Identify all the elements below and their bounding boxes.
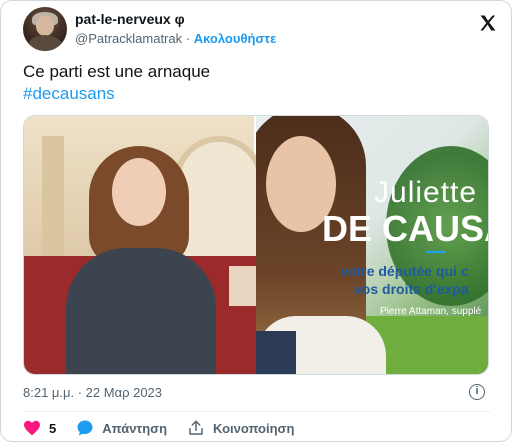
author-block: pat-le-nerveux φ @Patracklamatrak · Ακολ… bbox=[75, 11, 276, 48]
tweet-card: pat-le-nerveux φ @Patracklamatrak · Ακολ… bbox=[0, 0, 512, 442]
divider bbox=[23, 411, 491, 412]
action-bar: 5 Απάντηση Κοινοποίηση bbox=[23, 419, 314, 437]
overlay-slogan: votre députée qui c vos droits d'expa bbox=[340, 262, 469, 298]
info-icon[interactable]: i bbox=[469, 384, 485, 400]
share-label: Κοινοποίηση bbox=[213, 420, 295, 436]
like-count: 5 bbox=[49, 420, 57, 436]
author-subline: @Patracklamatrak · Ακολουθήστε bbox=[75, 31, 276, 47]
overlay-slogan-line-1: votre députée qui c bbox=[340, 263, 469, 279]
overlay-first-name: Juliette bbox=[374, 176, 478, 209]
like-button[interactable]: 5 bbox=[23, 420, 56, 436]
media-photo-left[interactable] bbox=[24, 116, 264, 374]
overlay-supplement: Pierre Attaman, supplé bbox=[380, 306, 482, 317]
tweet-text: Ce parti est une arnaque #decausans bbox=[23, 61, 210, 105]
author-display-name[interactable]: pat-le-nerveux φ bbox=[75, 11, 276, 29]
author-handle[interactable]: @Patracklamatrak bbox=[75, 31, 182, 46]
hashtag-link[interactable]: #decausans bbox=[23, 83, 210, 105]
tweet-body: Ce parti est une arnaque bbox=[23, 62, 211, 81]
overlay-slogan-line-2: vos droits d'expa bbox=[354, 281, 469, 297]
reply-label: Απάντηση bbox=[102, 420, 168, 436]
tweet-timestamp[interactable]: 8:21 μ.μ. · 22 Μαρ 2023 bbox=[23, 385, 162, 400]
overlay-last-name: DE CAUSA bbox=[322, 208, 488, 249]
x-logo-icon[interactable] bbox=[477, 13, 499, 33]
heart-icon bbox=[24, 420, 40, 436]
follow-link[interactable]: Ακολουθήστε bbox=[194, 31, 277, 46]
reply-bubble-icon bbox=[77, 420, 93, 436]
tweet-header: pat-le-nerveux φ @Patracklamatrak · Ακολ… bbox=[23, 7, 276, 51]
share-button[interactable]: Κοινοποίηση bbox=[187, 419, 294, 437]
share-icon bbox=[189, 420, 203, 435]
separator-dot: · bbox=[185, 31, 191, 47]
overlay-accent-line bbox=[426, 251, 447, 253]
tweet-media[interactable]: Juliette DE CAUSA votre députée qui c vo… bbox=[23, 115, 489, 375]
avatar[interactable] bbox=[23, 7, 67, 51]
reply-button[interactable]: Απάντηση bbox=[76, 419, 167, 437]
media-photo-right[interactable]: Juliette DE CAUSA votre députée qui c vo… bbox=[256, 116, 488, 374]
